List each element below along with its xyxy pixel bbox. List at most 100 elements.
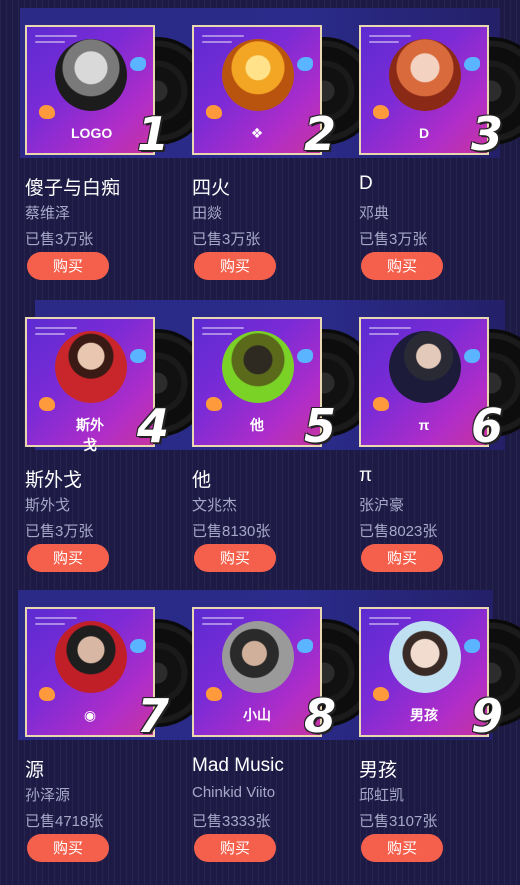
cover-decoration [202, 333, 232, 335]
rank-number: 3 [471, 107, 504, 161]
artist-name[interactable]: 斯外戈 [25, 494, 70, 515]
cover-decoration [35, 41, 65, 43]
album-cover[interactable]: 斯外戈 4 [25, 317, 211, 453]
artist-name[interactable]: 张沪豪 [359, 494, 404, 515]
cover-art: 他 [192, 317, 322, 447]
album-title[interactable]: 斯外戈 [25, 465, 82, 492]
album-title[interactable]: 四火 [192, 173, 230, 200]
cover-decoration [35, 617, 77, 619]
artist-name[interactable]: 田燚 [192, 202, 222, 223]
buy-button[interactable]: 购买 [194, 252, 276, 280]
album-title[interactable]: D [359, 173, 373, 195]
cover-decoration [369, 327, 411, 329]
album-cover[interactable]: π 6 [359, 317, 520, 453]
artist-photo [222, 39, 294, 111]
album-logo: 斯外戈 [76, 417, 104, 453]
album-title[interactable]: 男孩 [359, 755, 397, 782]
blue-blob-icon [130, 639, 146, 653]
artist-name[interactable]: 蔡维泽 [25, 202, 70, 223]
cover-art: 男孩 [359, 607, 489, 737]
buy-button[interactable]: 购买 [361, 544, 443, 572]
artist-photo [55, 39, 127, 111]
blue-blob-icon [130, 57, 146, 71]
album-title[interactable]: π [359, 465, 372, 487]
buy-button[interactable]: 购买 [194, 544, 276, 572]
album-card[interactable]: D 3 D 邓典 已售3万张 购买 [359, 25, 520, 285]
album-card[interactable]: LOGO 1 傻子与白痴 蔡维泽 已售3万张 购买 [25, 25, 211, 285]
buy-button[interactable]: 购买 [27, 544, 109, 572]
sales-count: 已售3万张 [359, 231, 428, 248]
album-card[interactable]: π 6 π 张沪豪 已售8023张 购买 [359, 317, 520, 577]
rank-number: 4 [137, 399, 170, 453]
blue-blob-icon [297, 639, 313, 653]
album-cover[interactable]: 他 5 [192, 317, 378, 453]
artist-name[interactable]: 邱虹凯 [359, 784, 404, 805]
blue-blob-icon [464, 349, 480, 363]
rank-number: 7 [137, 689, 170, 743]
artist-name[interactable]: 邓典 [359, 202, 389, 223]
album-logo: LOGO [71, 125, 113, 141]
cover-decoration [35, 35, 77, 37]
orange-blob-icon [39, 105, 55, 119]
artist-name[interactable]: Chinkid Viito [192, 784, 275, 801]
sales-count: 已售8023张 [359, 523, 438, 540]
album-title[interactable]: 傻子与白痴 [25, 173, 120, 200]
album-cover[interactable]: ◉ 7 [25, 607, 211, 743]
buy-button[interactable]: 购买 [194, 834, 276, 862]
album-logo: ❖ [250, 125, 264, 141]
cover-art: 斯外戈 [25, 317, 155, 453]
album-logo: 男孩 [410, 707, 438, 723]
cover-decoration [35, 327, 77, 329]
sales-count: 已售8130张 [192, 523, 271, 540]
rank-number: 1 [137, 107, 170, 161]
album-card[interactable]: ◉ 7 源 孙泽源 已售4718张 购买 [25, 607, 211, 867]
orange-blob-icon [206, 687, 222, 701]
album-title[interactable]: 源 [25, 755, 44, 782]
blue-blob-icon [297, 57, 313, 71]
buy-button[interactable]: 购买 [27, 252, 109, 280]
album-card[interactable]: ❖ 2 四火 田燚 已售3万张 购买 [192, 25, 378, 285]
album-cover[interactable]: D 3 [359, 25, 520, 161]
blue-blob-icon [297, 349, 313, 363]
cover-decoration [369, 617, 411, 619]
album-title[interactable]: Mad Music [192, 755, 284, 777]
orange-blob-icon [39, 397, 55, 411]
album-card[interactable]: 男孩 9 男孩 邱虹凯 已售3107张 购买 [359, 607, 520, 867]
rank-number: 5 [304, 399, 337, 453]
album-title[interactable]: 他 [192, 465, 211, 492]
album-card[interactable]: 他 5 他 文兆杰 已售8130张 购买 [192, 317, 378, 577]
sales-count: 已售4718张 [25, 813, 104, 830]
album-logo: 他 [250, 417, 264, 433]
rank-number: 9 [471, 689, 504, 743]
cover-decoration [369, 35, 411, 37]
artist-photo [389, 621, 461, 693]
artist-name[interactable]: 文兆杰 [192, 494, 237, 515]
cover-decoration [35, 623, 65, 625]
artist-photo [55, 331, 127, 403]
artist-photo [222, 621, 294, 693]
album-card[interactable]: 斯外戈 4 斯外戈 斯外戈 已售3万张 购买 [25, 317, 211, 577]
album-cover[interactable]: 小山 8 [192, 607, 378, 743]
cover-decoration [202, 617, 244, 619]
album-cover[interactable]: LOGO 1 [25, 25, 211, 161]
cover-decoration [35, 333, 65, 335]
buy-button[interactable]: 购买 [27, 834, 109, 862]
orange-blob-icon [206, 397, 222, 411]
buy-button[interactable]: 购买 [361, 834, 443, 862]
album-card[interactable]: 小山 8 Mad Music Chinkid Viito 已售3333张 购买 [192, 607, 378, 867]
sales-count: 已售3107张 [359, 813, 438, 830]
cover-art: ❖ [192, 25, 322, 155]
sales-count: 已售3万张 [25, 231, 94, 248]
cover-decoration [202, 41, 232, 43]
cover-art: 小山 [192, 607, 322, 737]
buy-button[interactable]: 购买 [361, 252, 443, 280]
artist-name[interactable]: 孙泽源 [25, 784, 70, 805]
album-cover[interactable]: ❖ 2 [192, 25, 378, 161]
blue-blob-icon [464, 639, 480, 653]
orange-blob-icon [39, 687, 55, 701]
sales-count: 已售3万张 [192, 231, 261, 248]
orange-blob-icon [373, 397, 389, 411]
cover-decoration [202, 35, 244, 37]
album-cover[interactable]: 男孩 9 [359, 607, 520, 743]
cover-decoration [369, 623, 399, 625]
